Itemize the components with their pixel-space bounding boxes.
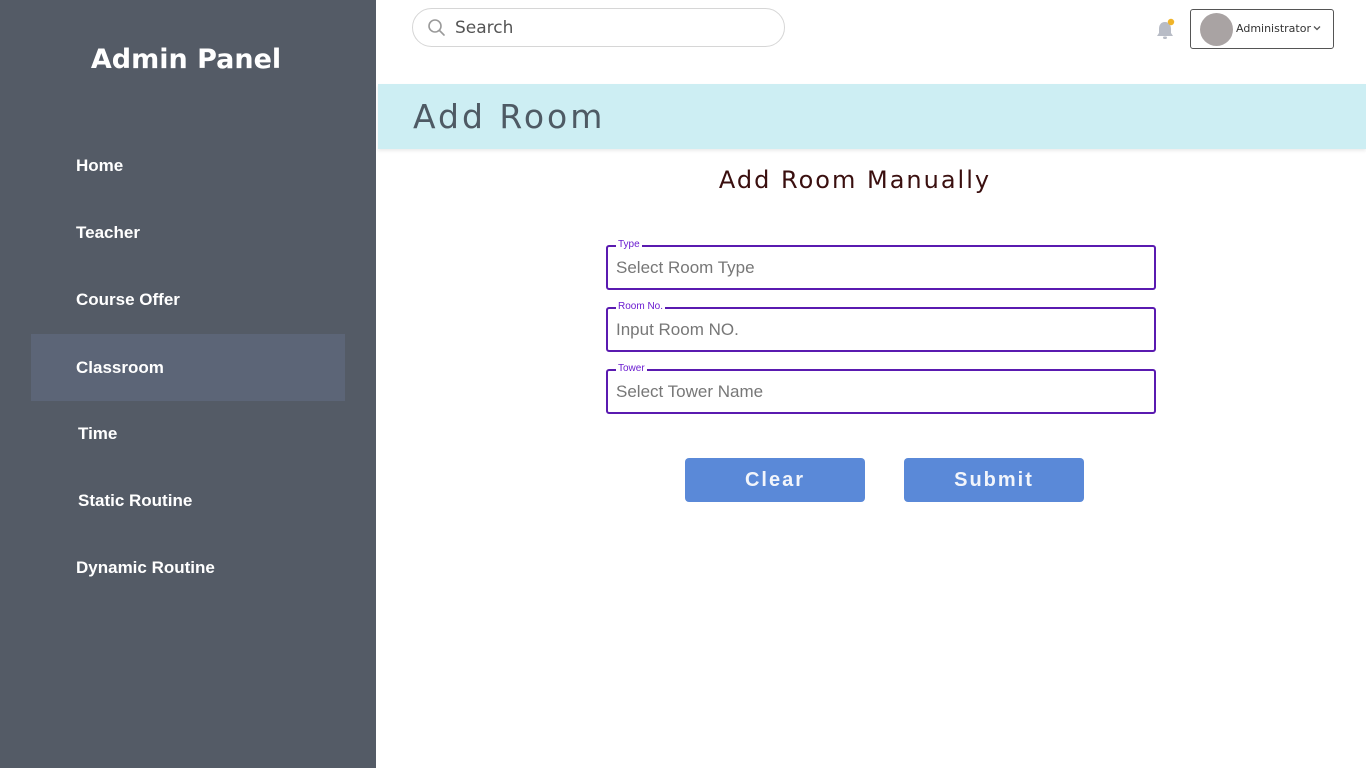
main-content: Administrator Add Room Add Room Manually… — [376, 0, 1366, 768]
sidebar-item-classroom[interactable]: Classroom — [31, 334, 345, 401]
form-heading: Add Room Manually — [718, 166, 992, 194]
clear-button[interactable]: Clear — [685, 458, 865, 502]
tower-field[interactable]: Tower — [606, 362, 1156, 414]
room-type-field[interactable]: Type — [606, 238, 1156, 290]
notification-dot — [1167, 18, 1175, 26]
user-label: Administrator — [1236, 22, 1311, 35]
avatar — [1200, 13, 1233, 46]
search-icon — [428, 19, 445, 36]
search-input[interactable] — [455, 13, 775, 42]
brand-title: Admin Panel — [90, 44, 282, 75]
sidebar-item-teacher[interactable]: Teacher — [31, 199, 345, 266]
page-title: Add Room — [413, 97, 606, 136]
room-no-label: Room No. — [616, 300, 666, 314]
tower-input[interactable] — [616, 379, 1146, 405]
submit-button[interactable]: Submit — [904, 458, 1084, 502]
sidebar: Admin Panel Home Teacher Course Offer Cl… — [0, 0, 376, 768]
user-menu-button[interactable]: Administrator — [1190, 9, 1334, 49]
sidebar-item-static-routine[interactable]: Static Routine — [31, 467, 345, 534]
tower-label: Tower — [616, 362, 647, 376]
room-type-input[interactable] — [616, 255, 1146, 281]
room-no-input[interactable] — [616, 317, 1146, 343]
sidebar-item-home[interactable]: Home — [31, 132, 345, 199]
search-bar[interactable] — [412, 8, 785, 47]
sidebar-item-course-offer[interactable]: Course Offer — [31, 266, 345, 333]
page-header-banner: Add Room — [378, 84, 1366, 149]
room-type-label: Type — [616, 238, 642, 252]
chevron-down-icon — [1313, 26, 1321, 31]
sidebar-item-time[interactable]: Time — [31, 400, 345, 467]
room-no-field[interactable]: Room No. — [606, 300, 1156, 352]
sidebar-item-dynamic-routine[interactable]: Dynamic Routine — [31, 534, 345, 601]
bell-icon[interactable] — [1154, 18, 1176, 42]
